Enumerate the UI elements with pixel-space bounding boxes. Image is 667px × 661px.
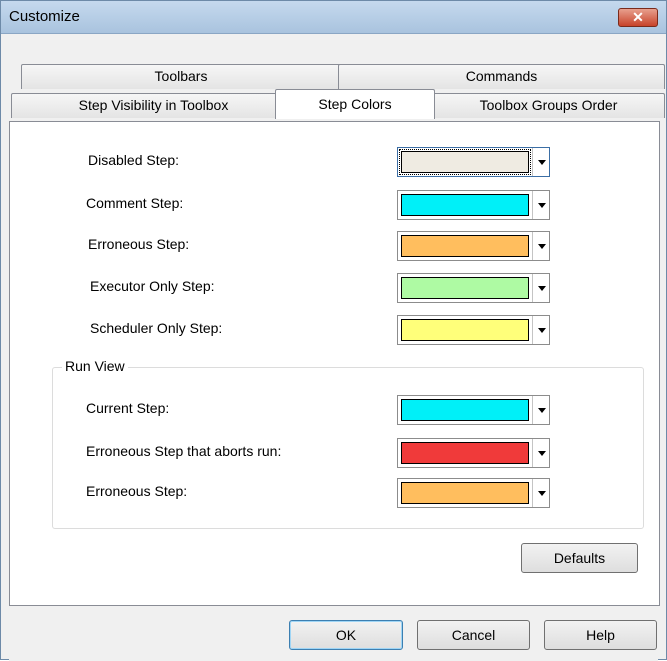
chevron-down-icon[interactable] — [532, 191, 549, 219]
ok-button[interactable]: OK — [289, 620, 403, 650]
customize-dialog: Customize ✕ Toolbars Commands Step Visib… — [0, 0, 667, 661]
executor-only-step-swatch — [401, 277, 529, 299]
run-erroneous-step-color-picker[interactable] — [397, 478, 550, 508]
dialog-client: Toolbars Commands Step Visibility in Too… — [9, 34, 665, 661]
scheduler-only-step-swatch — [401, 319, 529, 341]
tab-commands[interactable]: Commands — [338, 64, 665, 89]
chevron-down-icon[interactable] — [532, 232, 549, 260]
tab-step-colors[interactable]: Step Colors — [275, 89, 435, 119]
tab-toolbars[interactable]: Toolbars — [21, 64, 341, 89]
erroneous-abort-step-color-picker[interactable] — [397, 438, 550, 468]
chevron-down-icon[interactable] — [532, 439, 549, 467]
window-title: Customize — [9, 8, 80, 25]
chevron-down-icon[interactable] — [532, 316, 549, 344]
run-erroneous-step-swatch — [401, 482, 529, 504]
help-button[interactable]: Help — [544, 620, 657, 650]
comment-step-label: Comment Step: — [86, 195, 184, 211]
erroneous-abort-step-label: Erroneous Step that aborts run: — [86, 443, 282, 459]
title-bar: Customize ✕ — [1, 1, 666, 34]
executor-only-step-label: Executor Only Step: — [90, 278, 215, 294]
erroneous-step-color-picker[interactable] — [397, 231, 550, 261]
tab-toolbars-label: Toolbars — [154, 68, 208, 84]
chevron-down-icon[interactable] — [532, 274, 549, 302]
chevron-down-icon[interactable] — [532, 396, 549, 424]
tab-step-visibility-label: Step Visibility in Toolbox — [78, 97, 229, 113]
scheduler-only-step-color-picker[interactable] — [397, 315, 550, 345]
scheduler-only-step-label: Scheduler Only Step: — [90, 320, 223, 336]
chevron-down-icon[interactable] — [532, 479, 549, 507]
disabled-step-color-picker[interactable] — [397, 147, 550, 177]
step-colors-panel: Disabled Step: Comment Step: Erroneous S… — [9, 121, 660, 606]
comment-step-color-picker[interactable] — [397, 190, 550, 220]
current-step-label: Current Step: — [86, 400, 170, 416]
chevron-down-icon[interactable] — [532, 148, 549, 176]
close-icon[interactable]: ✕ — [618, 8, 658, 27]
erroneous-step-label: Erroneous Step: — [88, 236, 190, 252]
current-step-color-picker[interactable] — [397, 395, 550, 425]
tab-toolbox-groups-order[interactable]: Toolbox Groups Order — [432, 93, 665, 118]
tab-step-visibility[interactable]: Step Visibility in Toolbox — [11, 93, 296, 118]
run-view-title: Run View — [62, 358, 128, 374]
executor-only-step-color-picker[interactable] — [397, 273, 550, 303]
disabled-step-swatch — [399, 149, 531, 175]
tab-step-colors-label: Step Colors — [318, 96, 392, 112]
comment-step-swatch — [401, 194, 529, 216]
current-step-swatch — [401, 399, 529, 421]
cancel-button[interactable]: Cancel — [417, 620, 530, 650]
erroneous-step-swatch — [401, 235, 529, 257]
erroneous-abort-step-swatch — [401, 442, 529, 464]
disabled-step-label: Disabled Step: — [88, 152, 180, 168]
tab-commands-label: Commands — [465, 68, 538, 84]
run-erroneous-step-label: Erroneous Step: — [86, 483, 188, 499]
tab-toolbox-groups-order-label: Toolbox Groups Order — [479, 97, 618, 113]
defaults-button[interactable]: Defaults — [521, 543, 638, 573]
